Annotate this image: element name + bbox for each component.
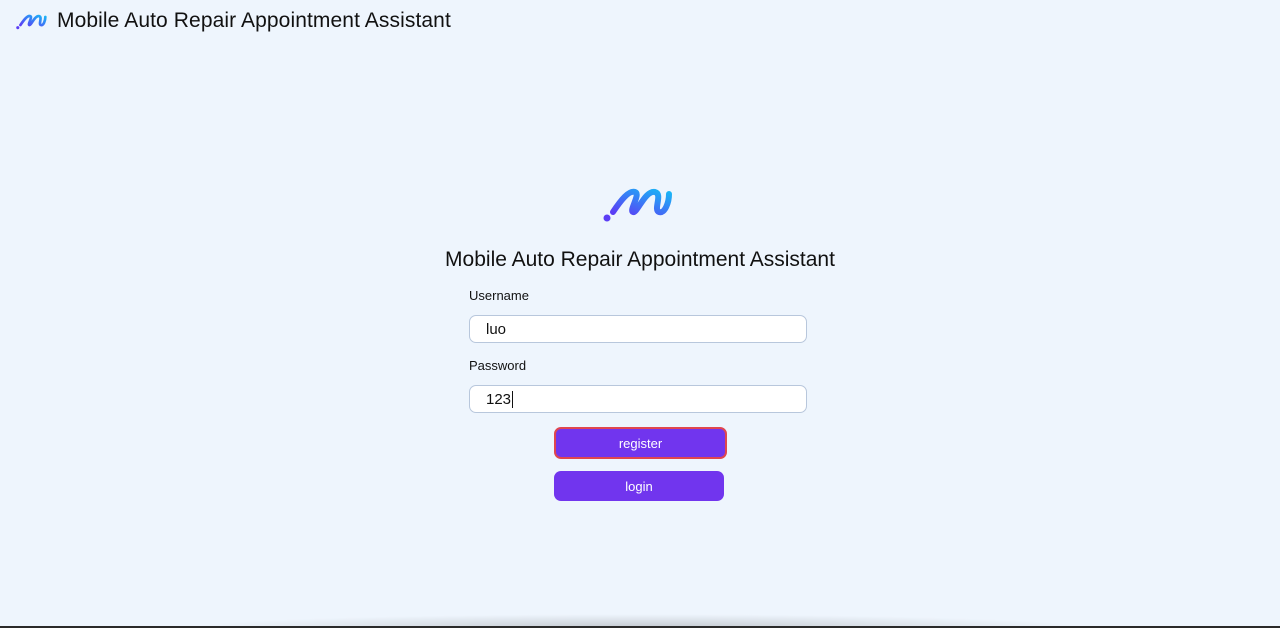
password-input[interactable]: 123 bbox=[469, 385, 807, 413]
password-label: Password bbox=[469, 358, 527, 373]
brand-logo-icon bbox=[16, 14, 47, 30]
username-value: luo bbox=[486, 320, 507, 338]
top-bar: Mobile Auto Repair Appointment Assistant bbox=[0, 0, 451, 42]
page-title: Mobile Auto Repair Appointment Assistant bbox=[445, 248, 835, 271]
login-button[interactable]: login bbox=[554, 471, 724, 501]
username-input[interactable]: luo bbox=[469, 315, 807, 343]
login-page: Mobile Auto Repair Appointment Assistant… bbox=[0, 0, 1280, 628]
app-title: Mobile Auto Repair Appointment Assistant bbox=[57, 9, 451, 32]
brand-logo-icon bbox=[603, 188, 672, 222]
username-label: Username bbox=[469, 288, 529, 303]
register-button[interactable]: register bbox=[554, 427, 727, 459]
text-caret bbox=[512, 390, 514, 408]
password-value: 123 bbox=[486, 390, 512, 408]
